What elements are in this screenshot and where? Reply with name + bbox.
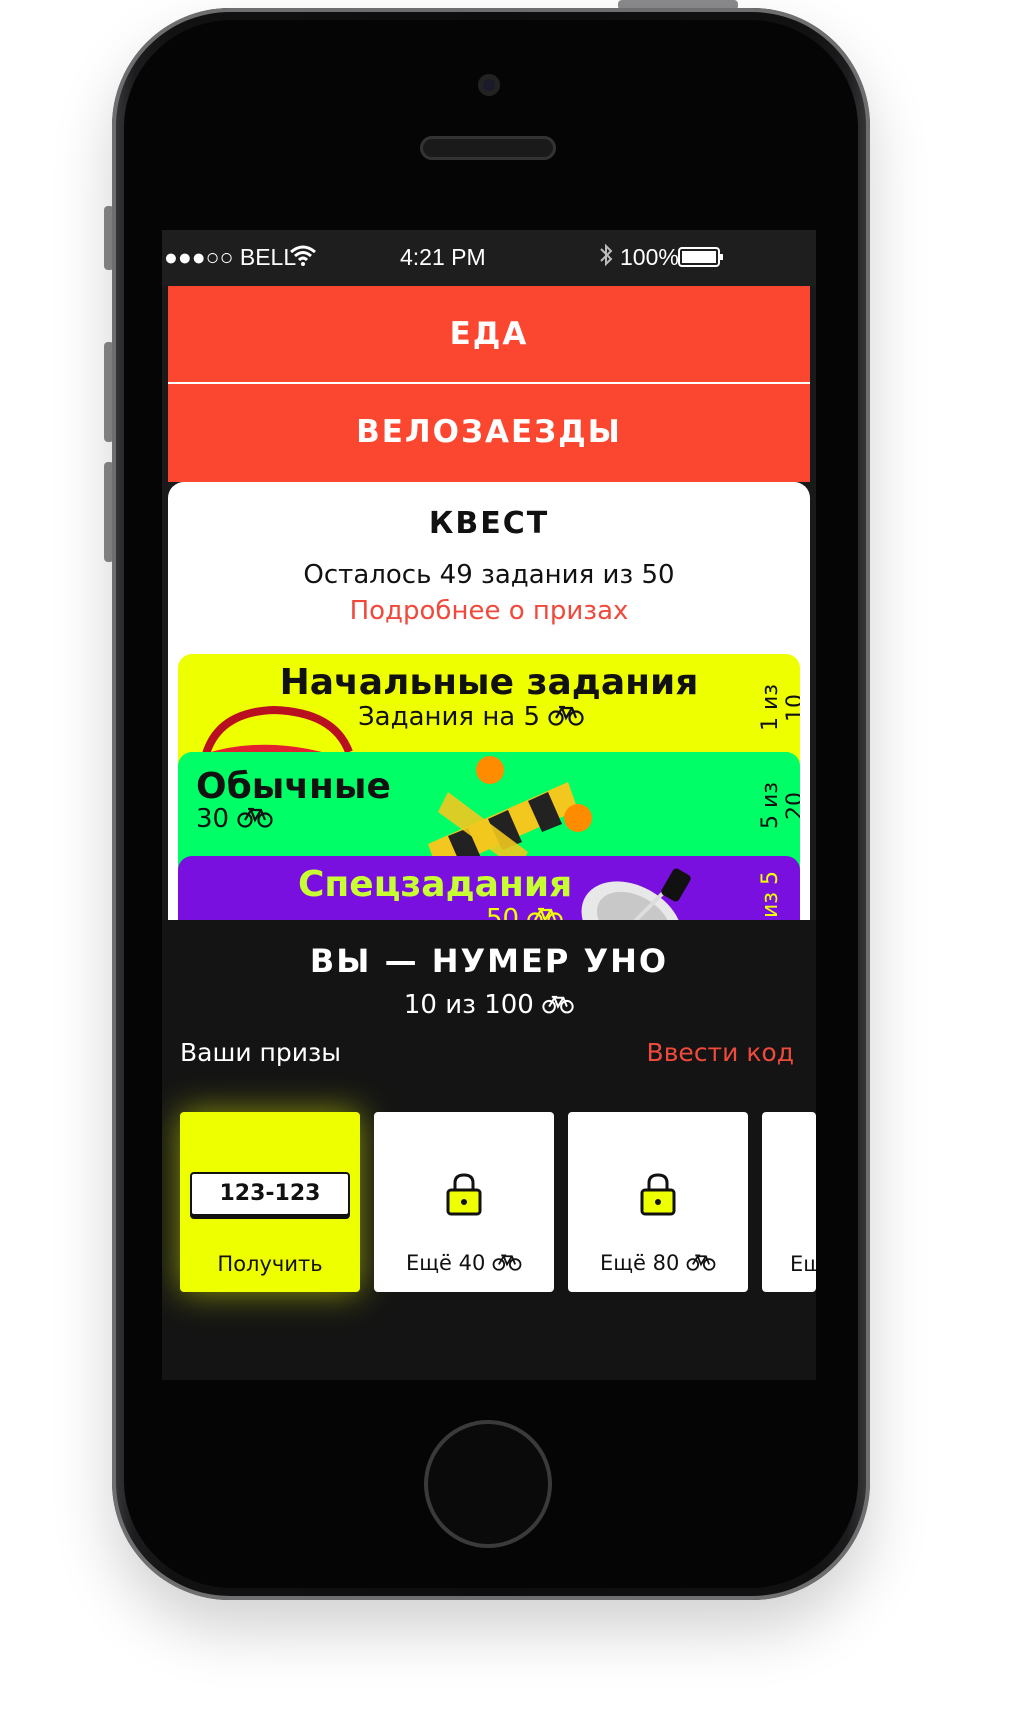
prize-tile-locked[interactable]: Ещё 80 <box>568 1112 748 1292</box>
prizes-label: Ваши призы <box>180 1038 342 1067</box>
carrier-label: ●●●○○ BELL <box>164 244 297 270</box>
rank-panel: ВЫ — НУМЕР УНО 10 из 100 Ваши призы Ввес… <box>162 920 816 1380</box>
prize-tile-label: Ещё 40 <box>374 1251 554 1276</box>
lock-icon <box>446 1172 482 1220</box>
task-card-subtitle: 30 <box>196 804 273 835</box>
front-camera <box>478 74 500 96</box>
battery-icon <box>678 246 724 273</box>
quest-progress: Осталось 49 задания из 50 <box>303 560 675 590</box>
bike-icon <box>686 1252 716 1276</box>
prize-tile-claim[interactable]: 123-123 Получить <box>180 1112 360 1292</box>
claim-button[interactable]: Получить <box>180 1252 360 1276</box>
app-screen: ●●●○○ BELL 4:21 PM 100% ЕДА ВЕЛОЗАЕЗДЫ К… <box>162 230 816 1380</box>
rank-title: ВЫ — НУМЕР УНО <box>309 942 669 980</box>
category-bike-rides[interactable]: ВЕЛОЗАЕЗДЫ <box>168 382 810 482</box>
rank-progress: 10 из 100 <box>162 990 816 1021</box>
bike-icon <box>237 805 273 835</box>
status-bar: ●●●○○ BELL 4:21 PM 100% <box>162 230 816 286</box>
task-card-title: Обычные <box>196 766 391 807</box>
prize-tile-label: Ещ <box>790 1252 816 1276</box>
bike-icon <box>548 703 584 733</box>
bike-icon <box>542 991 574 1021</box>
lock-icon <box>640 1172 676 1220</box>
prize-tile-locked[interactable]: Ещё 40 <box>374 1112 554 1292</box>
prize-tile-partial[interactable]: Ещ <box>762 1112 816 1292</box>
prize-details-link[interactable]: Подробнее о призах <box>168 596 810 626</box>
clock-label: 4:21 PM <box>400 244 486 270</box>
home-button[interactable] <box>424 1420 552 1548</box>
task-card-count: 5 из 20 <box>758 782 800 830</box>
bike-icon <box>492 1252 522 1276</box>
category-food[interactable]: ЕДА <box>168 286 810 382</box>
task-card-subtitle: Задания на 5 <box>358 702 584 733</box>
task-card-title: Спецзадания <box>298 864 573 905</box>
battery-label: 100% <box>620 244 679 270</box>
quest-panel: КВЕСТ Осталось 49 задания из 50 Подробне… <box>168 482 810 964</box>
earpiece-speaker <box>420 136 556 160</box>
bluetooth-icon <box>598 242 614 274</box>
wifi-icon <box>290 244 316 272</box>
enter-code-link[interactable]: Ввести код <box>647 1038 794 1067</box>
task-card-count: 1 из 10 <box>758 684 800 732</box>
quest-title: КВЕСТ <box>428 506 550 541</box>
promo-code: 123-123 <box>190 1172 350 1216</box>
task-card-title: Начальные задания <box>279 662 699 703</box>
prize-tile-label: Ещё 80 <box>568 1251 748 1276</box>
